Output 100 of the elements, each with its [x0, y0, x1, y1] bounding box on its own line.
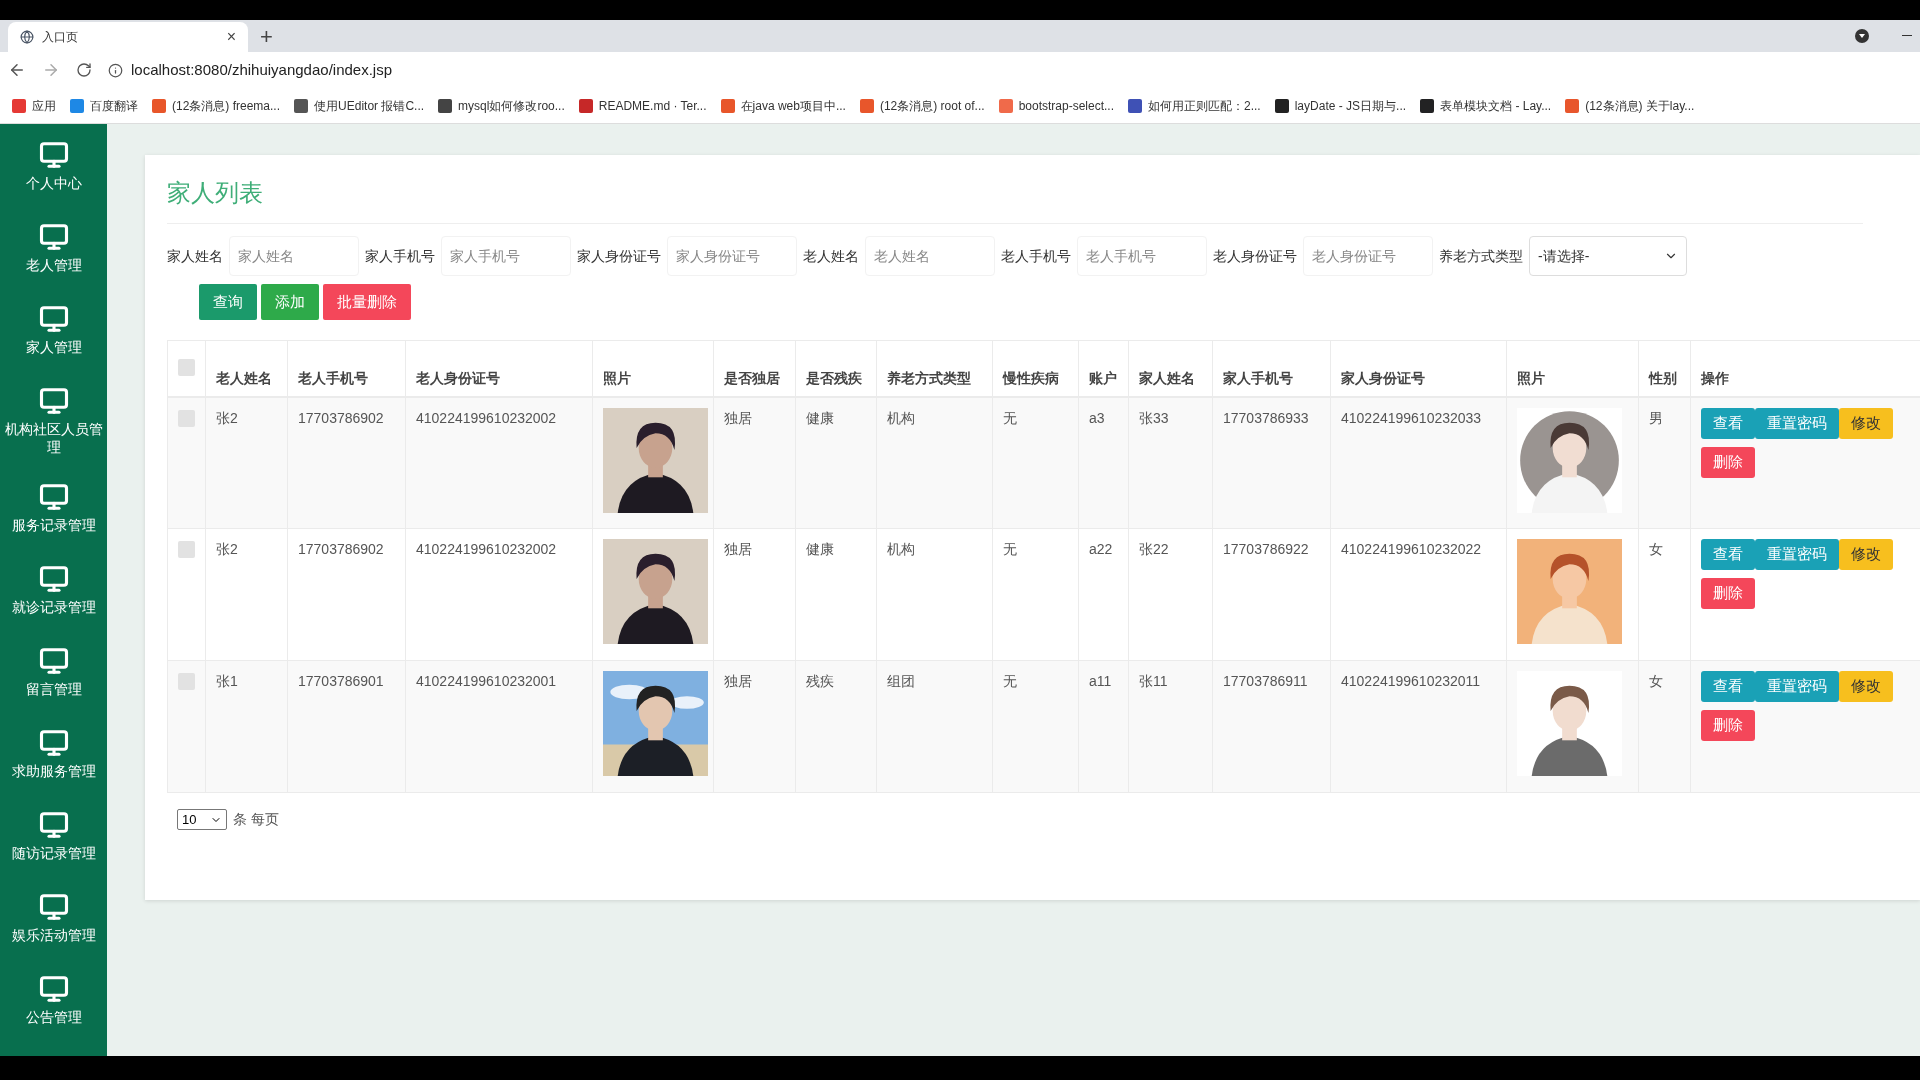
column-header: 家人身份证号	[1341, 369, 1425, 386]
sidebar-item[interactable]: 公告管理	[0, 958, 107, 1040]
column-header: 是否独居	[724, 369, 780, 386]
info-icon	[108, 62, 123, 78]
bookmark[interactable]: 如何用正则匹配：2...	[1128, 96, 1261, 115]
table-cell: 张2	[216, 409, 238, 426]
table-cell: 独居	[724, 409, 752, 426]
edit-button[interactable]: 修改	[1839, 539, 1893, 570]
sidebar-item[interactable]: 留言管理	[0, 630, 107, 712]
monitor-icon	[38, 974, 69, 1004]
forward-icon[interactable]	[42, 61, 60, 79]
monitor-icon	[38, 646, 69, 676]
column-header: 慢性疾病	[1003, 369, 1059, 386]
column-header: 性别	[1649, 369, 1677, 386]
table-cell: 410224199610232002	[416, 541, 557, 557]
filter-label: 老人姓名	[803, 246, 859, 266]
bookmark[interactable]: (12条消息) root of...	[859, 96, 985, 115]
column-header: 老人身份证号	[416, 369, 500, 386]
close-icon[interactable]: ×	[226, 25, 236, 49]
table-cell: 张2	[216, 541, 238, 557]
table-cell: 张1	[216, 673, 238, 689]
sidebar-item[interactable]: 机构社区人员管理	[0, 370, 107, 466]
bookmark[interactable]: README.md · Ter...	[578, 96, 707, 115]
batch-delete-button[interactable]: 批量删除	[323, 284, 411, 320]
table-cell: 男	[1649, 409, 1663, 426]
delete-button[interactable]: 删除	[1701, 710, 1755, 741]
table-cell: 机构	[887, 541, 915, 557]
globe-icon	[20, 30, 34, 44]
search-field[interactable]: 老人姓名	[865, 236, 995, 276]
column-header: 家人手机号	[1223, 369, 1293, 386]
table-cell: 410224199610232011	[1341, 673, 1481, 689]
new-tab-button[interactable]: +	[260, 26, 273, 48]
search-field[interactable]: 家人手机号	[441, 236, 571, 276]
search-field[interactable]: 家人身份证号	[667, 236, 797, 276]
table-cell: 无	[1003, 541, 1017, 557]
monitor-icon	[38, 482, 69, 512]
monitor-icon	[38, 304, 69, 334]
page-size-label: 条 每页	[233, 810, 279, 829]
bookmark[interactable]: 在java web项目中...	[720, 96, 846, 115]
filter-label: 家人身份证号	[577, 246, 661, 266]
monitor-icon	[38, 140, 69, 170]
query-button[interactable]: 查询	[199, 284, 257, 320]
monitor-icon	[38, 728, 69, 758]
column-header: 养老方式类型	[887, 369, 971, 386]
bookmark[interactable]: 表单模块文档 - Lay...	[1420, 96, 1552, 115]
bookmark[interactable]: bootstrap-select...	[998, 96, 1114, 115]
bookmark[interactable]: layDate - JS日期与...	[1274, 96, 1407, 115]
table-cell: 17703786933	[1223, 409, 1309, 426]
sidebar-item[interactable]: 老人管理	[0, 206, 107, 288]
edit-button[interactable]: 修改	[1839, 671, 1893, 702]
monitor-icon	[38, 892, 69, 922]
back-icon[interactable]	[8, 61, 26, 79]
filter-label: 老人身份证号	[1213, 246, 1297, 266]
bookmark[interactable]: 应用	[12, 96, 56, 115]
table-cell: 17703786922	[1223, 541, 1309, 557]
search-field[interactable]: 老人手机号	[1077, 236, 1207, 276]
sidebar-item[interactable]: 随访记录管理	[0, 794, 107, 876]
type-dropdown[interactable]: -请选择-	[1529, 236, 1687, 276]
search-field[interactable]: 家人姓名	[229, 236, 359, 276]
sidebar-item[interactable]: 求助服务管理	[0, 712, 107, 794]
sidebar-item[interactable]: 个人中心	[0, 124, 107, 206]
sidebar-item[interactable]: 就诊记录管理	[0, 548, 107, 630]
browser-tab[interactable]: 入口页 ×	[8, 22, 248, 52]
table-cell: 独居	[724, 673, 752, 689]
profile-icon[interactable]	[1854, 28, 1870, 44]
table-cell: a3	[1089, 409, 1105, 426]
reload-icon[interactable]	[76, 62, 92, 78]
minimize-icon[interactable]	[1902, 35, 1912, 36]
table-cell: 组团	[887, 673, 915, 689]
monitor-icon	[38, 222, 69, 252]
delete-button[interactable]: 删除	[1701, 578, 1755, 609]
bookmark[interactable]: (12条消息) freema...	[152, 96, 281, 115]
delete-button[interactable]: 删除	[1701, 446, 1755, 478]
table-cell: 410224199610232033	[1341, 409, 1482, 426]
table-cell: 410224199610232002	[416, 409, 557, 426]
page-size-dropdown[interactable]: 10	[177, 809, 227, 830]
monitor-icon	[38, 810, 69, 840]
sidebar-item[interactable]: 家人管理	[0, 288, 107, 370]
sidebar-item[interactable]: 服务记录管理	[0, 466, 107, 548]
bookmark[interactable]: (12条消息) 关于lay...	[1565, 96, 1695, 115]
table-cell: 无	[1003, 409, 1017, 426]
bookmark[interactable]: mysql如何修改roo...	[438, 96, 565, 115]
column-header: 操作	[1701, 369, 1729, 386]
search-field[interactable]: 老人身份证号	[1303, 236, 1433, 276]
checkbox[interactable]	[178, 541, 195, 558]
table-cell: 17703786902	[298, 541, 384, 557]
bookmark[interactable]: 百度翻译	[70, 96, 138, 115]
checkbox[interactable]	[178, 358, 195, 376]
table-cell: 410224199610232001	[416, 673, 557, 689]
page-title: 家人列表	[167, 175, 1863, 224]
bookmark[interactable]: 使用UEditor 报错C...	[294, 96, 425, 115]
table-cell: a22	[1089, 541, 1113, 557]
edit-button[interactable]: 修改	[1839, 407, 1893, 439]
sidebar-item[interactable]: 娱乐活动管理	[0, 876, 107, 958]
column-header: 老人姓名	[216, 369, 272, 386]
table-cell: 张11	[1139, 673, 1168, 689]
url-field[interactable]: localhost:8080/zhihuiyangdao/index.jsp	[131, 58, 393, 82]
table-cell: 健康	[806, 541, 834, 557]
monitor-icon	[38, 386, 69, 416]
table-cell: 张33	[1139, 409, 1169, 426]
